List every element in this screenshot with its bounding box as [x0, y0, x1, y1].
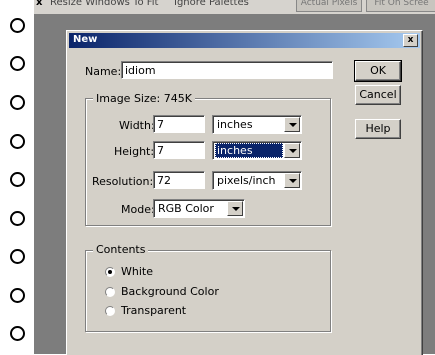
contents-legend: Contents: [93, 243, 149, 256]
notebook-ring-icon: [10, 56, 25, 71]
height-unit-value: inches: [215, 143, 283, 158]
resize-windows-checkbox[interactable]: Resize Windows To Fit: [50, 0, 158, 10]
dialog-titlebar[interactable]: New x: [69, 33, 420, 48]
resolution-unit-select[interactable]: pixels/inch: [212, 171, 302, 190]
notebook-ring-icon: [10, 18, 25, 33]
options-toolbar: x Resize Windows To Fit Ignore Palettes …: [34, 0, 435, 14]
notebook-ring-icon: [10, 211, 25, 226]
width-input[interactable]: 7: [153, 115, 205, 133]
notebook-ring-icon: [10, 326, 25, 341]
notebook-ring-icon: [10, 95, 25, 110]
resolution-label: Resolution:: [92, 175, 154, 188]
actual-pixels-button[interactable]: Actual Pixels: [296, 0, 362, 12]
mode-select[interactable]: RGB Color: [153, 199, 245, 218]
contents-option-label: White: [121, 265, 153, 278]
image-size-label: Image Size:: [96, 92, 161, 105]
mode-value: RGB Color: [158, 202, 214, 215]
notebook-ring-icon: [10, 249, 25, 264]
width-label: Width:: [119, 119, 155, 132]
contents-option-label: Transparent: [121, 304, 187, 317]
height-label: Height:: [114, 145, 155, 158]
radio-button[interactable]: [105, 287, 115, 297]
height-input[interactable]: 7: [153, 141, 205, 159]
mode-label: Mode:: [121, 203, 155, 216]
name-label: Name:: [85, 65, 122, 78]
width-unit-select[interactable]: inches: [212, 115, 302, 134]
notebook-ring-icon: [10, 134, 25, 149]
radio-button[interactable]: [105, 306, 115, 316]
toolbar-zoom-icon[interactable]: x: [36, 0, 42, 10]
notebook-ring-icon: [10, 172, 25, 187]
ignore-palettes-checkbox[interactable]: Ignore Palettes: [174, 0, 249, 10]
new-document-dialog: New x Name: idiom Image Size: 745K Width…: [66, 30, 423, 355]
notebook-ring-icon: [10, 288, 25, 303]
chevron-down-icon[interactable]: [284, 143, 300, 158]
chevron-down-icon[interactable]: [227, 201, 243, 216]
resolution-unit-value: pixels/inch: [217, 174, 276, 187]
radio-button[interactable]: [105, 267, 115, 277]
image-size-legend: Image Size: 745K: [93, 92, 195, 105]
chevron-down-icon[interactable]: [284, 173, 300, 188]
contents-option-label: Background Color: [121, 285, 219, 298]
width-unit-value: inches: [217, 118, 253, 131]
image-size-value: 745K: [163, 92, 192, 105]
close-icon[interactable]: x: [403, 34, 418, 47]
dialog-title: New: [73, 34, 98, 45]
resolution-input[interactable]: 72: [153, 171, 205, 189]
name-input[interactable]: idiom: [121, 61, 333, 79]
notebook-binding: [0, 0, 34, 354]
cancel-button[interactable]: Cancel: [355, 85, 401, 105]
height-unit-select[interactable]: inches: [212, 141, 302, 160]
fit-on-screen-button[interactable]: Fit On Scree: [366, 0, 435, 12]
chevron-down-icon[interactable]: [284, 117, 300, 132]
ok-button[interactable]: OK: [354, 60, 402, 82]
help-button[interactable]: Help: [355, 119, 401, 139]
